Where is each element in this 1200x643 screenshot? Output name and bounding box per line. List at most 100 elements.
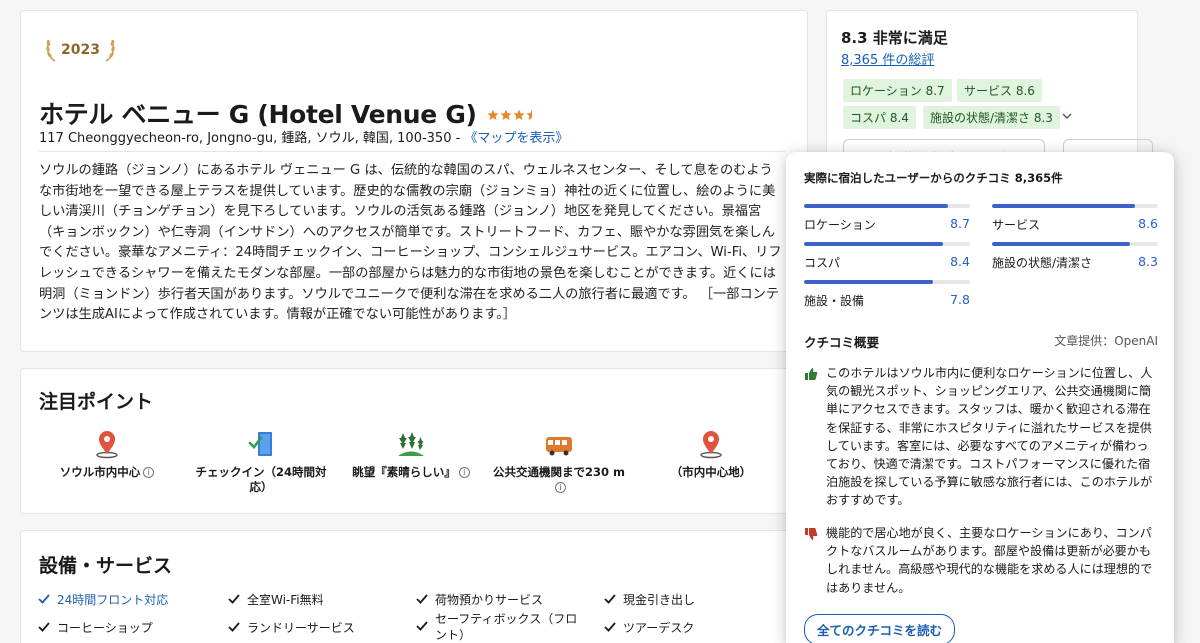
- amenity-24h-front[interactable]: 24時間フロント対応: [37, 591, 168, 608]
- chip-location[interactable]: ロケーション 8.7: [843, 79, 952, 102]
- check-icon: [228, 594, 240, 604]
- star-icon: [500, 109, 512, 120]
- highlights-title: 注目ポイント: [39, 391, 154, 413]
- divider: [39, 151, 785, 152]
- bar-name: ロケーション: [804, 218, 876, 232]
- amenity-laundry: ランドリーサービス: [227, 619, 355, 636]
- info-icon[interactable]: i: [143, 467, 155, 478]
- check-icon: [416, 621, 428, 631]
- star-icon: [513, 109, 525, 120]
- positive-summary: このホテルはソウル市内に便利なロケーションに位置し、人気の観光スポット、ショッピ…: [804, 364, 1156, 510]
- info-icon[interactable]: i: [458, 467, 470, 478]
- highlight-view: 眺望『素晴らしい』 i: [341, 429, 481, 480]
- info-icon[interactable]: i: [555, 482, 566, 493]
- highlight-city-center-2: （市内中心地）: [641, 429, 781, 480]
- laurel-left-icon: [46, 39, 56, 62]
- positive-summary-text: このホテルはソウル市内に便利なロケーションに位置し、人気の観光スポット、ショッピ…: [826, 366, 1153, 508]
- check-icon: [228, 622, 240, 632]
- bar-fill: [992, 242, 1130, 246]
- laurel-right-icon: [105, 39, 115, 62]
- amenity-label: ランドリーサービス: [247, 621, 355, 635]
- amenity-tour: ツアーデスク: [603, 619, 694, 636]
- map-pin-icon: [96, 431, 118, 459]
- star-icon: [487, 109, 499, 120]
- bar-value: 8.3: [1138, 254, 1158, 269]
- review-breakdown-popup: 実際に宿泊したユーザーからのクチコミ 8,365件 ロケーション 8.7 サービス…: [786, 152, 1174, 643]
- amenity-label: ツアーデスク: [623, 621, 695, 635]
- highlight-transit: 公共交通機関まで230 m i: [489, 429, 629, 495]
- highlight-label: チェックイン（24時間対応）: [195, 465, 327, 494]
- amenity-atm: 現金引き出し: [603, 591, 695, 608]
- amenity-label: 現金引き出し: [623, 593, 696, 607]
- amenity-label: セーフティボックス（フロント）: [435, 612, 578, 642]
- bar-value: 8.4: [950, 254, 970, 269]
- highlight-label: （市内中心地）: [670, 465, 752, 479]
- highlight-label: 眺望『素晴らしい』: [352, 465, 456, 479]
- bar-name: 施設の状態/清潔さ: [992, 256, 1093, 270]
- negative-summary: 機能的で居心地が良く、主要なロケーションにあり、コンパクトなバスルームがあります…: [804, 524, 1156, 597]
- award-badge: 2023: [45, 37, 116, 63]
- overall-score: 8.3 非常に満足: [841, 29, 948, 47]
- amenity-label: 24時間フロント対応: [57, 593, 169, 607]
- amenity-label: 全室Wi-Fi無料: [247, 593, 324, 607]
- check-icon: [38, 622, 50, 632]
- trees-view-icon: [398, 432, 424, 456]
- reviews-count-link[interactable]: 8,365 件の総評: [841, 49, 934, 68]
- award-year: 2023: [61, 42, 100, 58]
- score-bar-location: ロケーション 8.7: [804, 204, 970, 233]
- check-icon: [604, 622, 616, 632]
- hotel-address: 117 Cheonggyecheon-ro, Jongno-gu, 鍾路, ソウ…: [39, 127, 568, 146]
- bar-name: 施設・設備: [804, 294, 865, 308]
- amenities-card: 設備・サービス 24時間フロント対応 全室Wi-Fi無料 荷物預かりサービス 現…: [20, 530, 808, 643]
- chip-value[interactable]: コスパ 8.4: [843, 106, 916, 129]
- highlight-label: ソウル市内中心: [59, 465, 141, 479]
- chip-cleanliness[interactable]: 施設の状態/清潔さ 8.3: [923, 106, 1060, 129]
- highlights-card: 注目ポイント ソウル市内中心 i チェックイン（24時間対応） 眺望『素晴らしい』…: [20, 368, 808, 514]
- door-check-icon: [248, 432, 272, 456]
- map-pin-icon: [700, 431, 722, 459]
- bar-value: 7.8: [950, 292, 970, 307]
- thumbs-up-icon: [805, 368, 818, 380]
- amenity-coffee: コーヒーショップ: [37, 619, 153, 636]
- bar-value: 8.7: [950, 216, 970, 231]
- amenity-wifi: 全室Wi-Fi無料: [227, 591, 324, 608]
- popup-title: 実際に宿泊したユーザーからのクチコミ 8,365件: [804, 171, 1063, 185]
- check-icon: [604, 594, 616, 604]
- score-bar-cleanliness: 施設の状態/清潔さ 8.3: [992, 242, 1158, 271]
- check-icon: [416, 594, 428, 604]
- read-all-reviews-button[interactable]: 全てのクチコミを読む: [804, 614, 956, 643]
- amenities-title: 設備・サービス: [39, 555, 173, 577]
- highlight-label: 公共交通機関まで230 m: [493, 465, 625, 479]
- check-icon: [38, 594, 50, 604]
- summary-title: クチコミ概要: [804, 335, 880, 350]
- bar-name: コスパ: [804, 256, 841, 270]
- bus-icon: [546, 437, 572, 456]
- thumbs-down-icon: [805, 528, 818, 540]
- hotel-description: ソウルの鍾路（ジョンノ）にあるホテル ヴェニュー G は、伝統的な韓国のスパ、ウ…: [39, 163, 782, 323]
- hotel-name: ホテル ベニュー G (Hotel Venue G): [39, 100, 477, 129]
- hotel-title-row: ホテル ベニュー G (Hotel Venue G): [39, 95, 538, 131]
- score-bar-service: サービス 8.6: [992, 204, 1158, 233]
- highlight-checkin: チェックイン（24時間対応）: [191, 429, 331, 495]
- summary-credit: 文章提供：OpenAI: [1054, 334, 1158, 348]
- negative-summary-text: 機能的で居心地が良く、主要なロケーションにあり、コンパクトなバスルームがあります…: [826, 526, 1153, 595]
- chevron-down-icon[interactable]: [1061, 110, 1073, 122]
- bar-fill: [804, 242, 944, 246]
- star-rating: [487, 109, 538, 121]
- bar-name: サービス: [992, 218, 1041, 232]
- bar-fill: [804, 204, 949, 208]
- star-icon: [526, 109, 532, 120]
- hotel-info-card: 2023 ホテル ベニュー G (Hotel Venue G) 117 Cheo…: [20, 10, 808, 352]
- highlight-city-center: ソウル市内中心 i: [37, 429, 177, 480]
- score-bar-facilities: 施設・設備 7.8: [804, 280, 970, 309]
- bar-fill: [992, 204, 1135, 208]
- rating-summary-card: 8.3 非常に満足 8,365 件の総評 ロケーション 8.7 サービス 8.6…: [826, 10, 1153, 170]
- bar-fill: [804, 280, 934, 284]
- amenity-label: 荷物預かりサービス: [435, 593, 544, 607]
- bar-value: 8.6: [1138, 216, 1158, 231]
- score-bar-value: コスパ 8.4: [804, 242, 970, 271]
- amenity-label: コーヒーショップ: [57, 621, 153, 635]
- amenity-luggage: 荷物預かりサービス: [415, 591, 543, 608]
- chip-service[interactable]: サービス 8.6: [957, 79, 1042, 102]
- show-map-link[interactable]: 《マップを表示》: [464, 131, 568, 146]
